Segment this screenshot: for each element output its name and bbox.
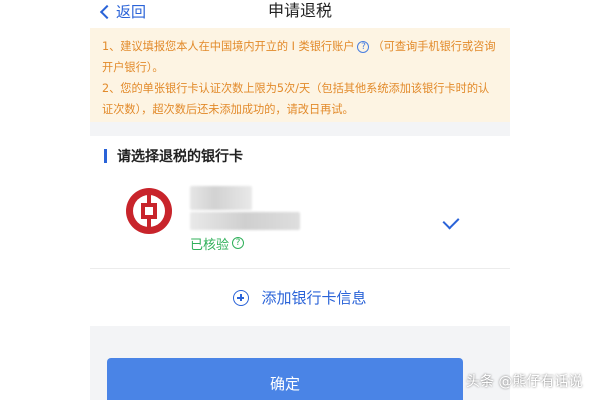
notice-banner: 1、建议填报您本人在中国境内开立的 I 类银行账户? （可查询手机银行或咨询开户银… — [90, 28, 510, 122]
bank-name-redacted — [190, 186, 252, 210]
notice-line-1-text: 1、建议填报您本人在中国境内开立的 I 类银行账户 — [102, 40, 355, 53]
check-icon[interactable] — [442, 212, 460, 230]
phone-view: 返回 申请退税 1、建议填报您本人在中国境内开立的 I 类银行账户? （可查询手机… — [90, 0, 510, 400]
verified-status: 已核验 ? — [190, 234, 247, 253]
section-title: 请选择退税的银行卡 — [104, 146, 243, 166]
section-title-text: 请选择退税的银行卡 — [117, 149, 243, 165]
notice-line-2: 2、您的单张银行卡认证次数上限为5次/天（包括其他系统添加该银行卡时的认证次数）… — [102, 82, 490, 116]
logo-square — [141, 203, 157, 219]
add-bank-card-button[interactable]: 添加银行卡信息 — [90, 269, 510, 326]
page-title: 申请退税 — [267, 1, 332, 20]
verified-label: 已核验 — [190, 237, 230, 253]
confirm-button[interactable]: 确定 — [107, 358, 463, 400]
help-icon[interactable]: ? — [357, 41, 370, 53]
bank-of-china-logo-icon — [126, 188, 172, 234]
watermark: 头条 @熊仔有话说 — [466, 374, 583, 390]
add-bank-card-label: 添加银行卡信息 — [261, 289, 367, 307]
bank-card-section: 请选择退税的银行卡 已核验 ? 添加银行卡信息 — [90, 136, 510, 326]
verified-help-icon[interactable]: ? — [232, 237, 245, 249]
section-bar-icon — [104, 149, 107, 163]
header: 返回 申请退税 — [90, 0, 510, 28]
card-number-redacted — [190, 212, 300, 230]
plus-circle-icon — [233, 289, 250, 306]
notice-line-1: 1、建议填报您本人在中国境内开立的 I 类银行账户? （可查询手机银行或咨询开户银… — [102, 36, 498, 78]
